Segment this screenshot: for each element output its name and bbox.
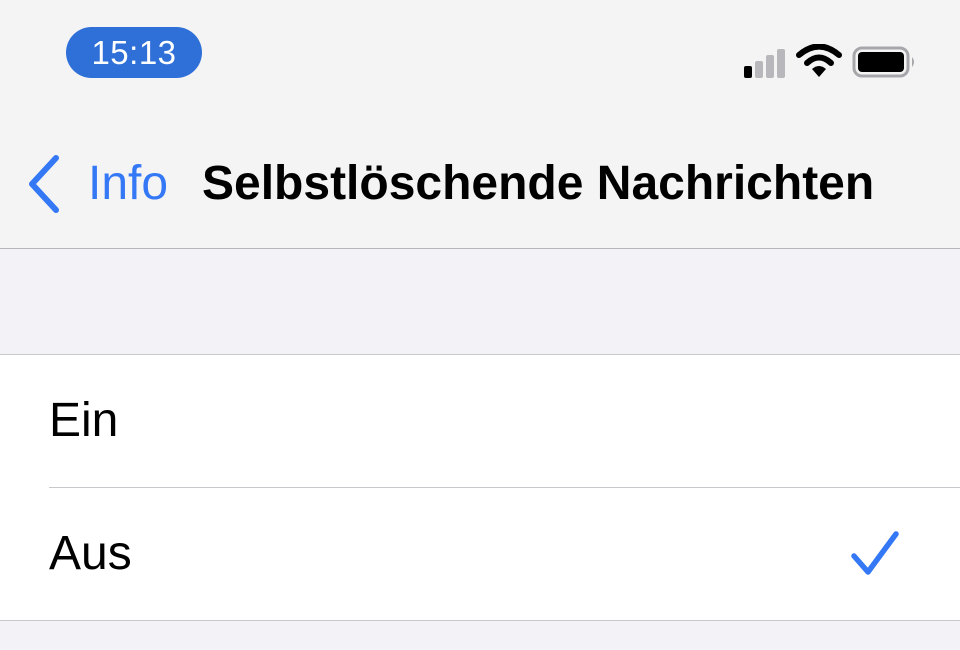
option-list: Ein Aus [0, 354, 960, 621]
back-label: Info [88, 157, 169, 210]
cellular-signal-icon [744, 49, 785, 78]
battery-icon [852, 46, 914, 78]
option-row-ein[interactable]: Ein [0, 355, 960, 488]
bottom-background [0, 621, 960, 650]
option-row-aus[interactable]: Aus [0, 488, 960, 620]
checkmark-icon [851, 531, 899, 575]
status-bar: 15:13 [0, 0, 960, 100]
back-button[interactable]: Info [24, 152, 168, 216]
page-title: Selbstlöschende Nachrichten [202, 157, 875, 210]
wifi-icon [796, 44, 842, 77]
navigation-bar: Info Selbstlöschende Nachrichten [0, 100, 960, 249]
status-time[interactable]: 15:13 [66, 27, 202, 78]
section-spacer [0, 249, 960, 354]
chevron-left-icon [29, 155, 59, 213]
option-label: Ein [49, 394, 119, 447]
option-label: Aus [49, 527, 132, 580]
